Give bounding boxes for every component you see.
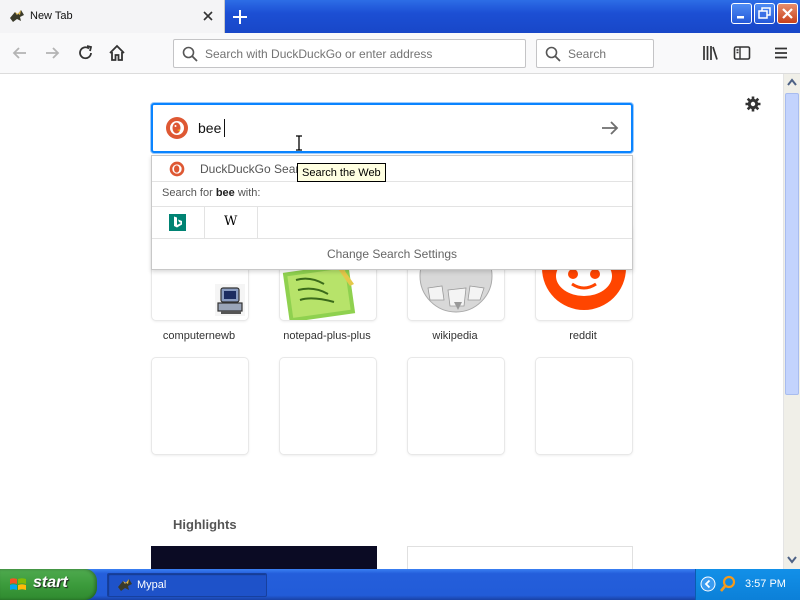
search-tray-icon[interactable] — [719, 575, 737, 593]
start-label: start — [33, 574, 68, 591]
taskbar-clock: 3:57 PM — [745, 578, 786, 590]
one-off-search-engines: W — [152, 206, 632, 239]
top-site-label: computernewb — [162, 330, 236, 342]
close-window-button[interactable] — [777, 3, 798, 24]
search-for-label: Search for bee with: — [162, 187, 260, 199]
gear-icon[interactable] — [744, 95, 762, 113]
duckduckgo-icon — [166, 117, 188, 139]
forward-icon[interactable] — [42, 43, 62, 63]
search-for-prefix: Search for — [162, 187, 216, 199]
top-site-label: reddit — [569, 330, 597, 342]
windows-logo-icon — [10, 578, 26, 590]
back-icon[interactable] — [10, 43, 30, 63]
home-icon[interactable] — [107, 43, 127, 63]
menu-icon[interactable] — [771, 43, 791, 63]
scroll-up-icon[interactable] — [784, 74, 800, 91]
top-site-empty-slot — [408, 358, 504, 454]
change-search-settings-button[interactable]: Change Search Settings — [152, 239, 632, 269]
search-bar-placeholder: Search — [568, 47, 607, 61]
sidebar-icon[interactable] — [732, 43, 752, 63]
text-caret — [224, 119, 225, 137]
tooltip: Search the Web — [297, 163, 386, 182]
page-scrollbar[interactable] — [783, 74, 800, 569]
reload-icon[interactable] — [76, 43, 96, 63]
close-icon — [782, 8, 793, 19]
search-icon — [545, 46, 561, 62]
highlight-card[interactable] — [151, 546, 377, 569]
search-suggestion-row[interactable]: DuckDuckGo Search — [152, 156, 632, 182]
tray-expand-icon[interactable] — [700, 576, 716, 592]
engine-button-wikipedia[interactable]: W — [205, 207, 258, 238]
scroll-down-icon[interactable] — [784, 551, 800, 568]
new-tab-icon[interactable] — [230, 7, 250, 27]
desktop-screen: New Tab Search with DuckDuckGo or enter … — [0, 0, 800, 600]
minimize-icon — [737, 16, 744, 19]
top-site-empty-slot — [280, 358, 376, 454]
tab-title: New Tab — [30, 10, 73, 22]
close-tab-icon[interactable] — [200, 8, 216, 24]
top-site-label: notepad-plus-plus — [283, 330, 371, 342]
search-icon — [182, 46, 198, 62]
library-icon[interactable] — [700, 43, 720, 63]
arrow-right-icon[interactable] — [599, 118, 621, 138]
search-suggestions-dropdown: DuckDuckGo Search Search for bee with: W… — [151, 155, 633, 270]
start-button[interactable]: start — [0, 569, 97, 600]
tab-new-tab[interactable]: New Tab — [0, 0, 225, 33]
bing-icon — [169, 214, 186, 231]
minimize-button[interactable] — [731, 3, 752, 24]
highlight-card[interactable] — [407, 546, 633, 569]
window-titlebar: New Tab — [0, 0, 800, 33]
highlights-heading: Highlights — [173, 517, 237, 532]
taskbar: start Mypal 3:57 PM — [0, 569, 800, 600]
top-site-empty-slot — [152, 358, 248, 454]
top-site-empty-slot — [536, 358, 632, 454]
search-for-term: bee — [215, 187, 235, 199]
navigation-toolbar: Search with DuckDuckGo or enter address … — [0, 33, 800, 74]
mypal-icon — [10, 10, 24, 22]
top-site-label: wikipedia — [432, 330, 478, 342]
search-suggestion-text: DuckDuckGo Search — [200, 162, 313, 176]
scrollbar-thumb[interactable] — [785, 93, 799, 395]
wikipedia-icon: W — [224, 214, 238, 229]
text-cursor-icon — [296, 135, 302, 151]
mypal-icon — [118, 579, 132, 591]
page-search-input[interactable]: bee — [151, 103, 633, 153]
restore-icon — [758, 7, 771, 19]
search-bar[interactable]: Search — [536, 39, 654, 68]
taskbar-item-label: Mypal — [137, 579, 167, 591]
search-query-text: bee — [198, 120, 222, 136]
duckduckgo-icon — [169, 161, 185, 177]
computer-icon — [215, 284, 245, 316]
restore-button[interactable] — [754, 3, 775, 24]
url-bar[interactable]: Search with DuckDuckGo or enter address — [173, 39, 526, 68]
taskbar-item-mypal[interactable]: Mypal — [107, 573, 267, 597]
system-tray: 3:57 PM — [695, 569, 800, 600]
url-bar-placeholder: Search with DuckDuckGo or enter address — [205, 47, 433, 61]
engine-button-bing[interactable] — [152, 207, 205, 238]
search-for-suffix: with: — [234, 187, 261, 199]
